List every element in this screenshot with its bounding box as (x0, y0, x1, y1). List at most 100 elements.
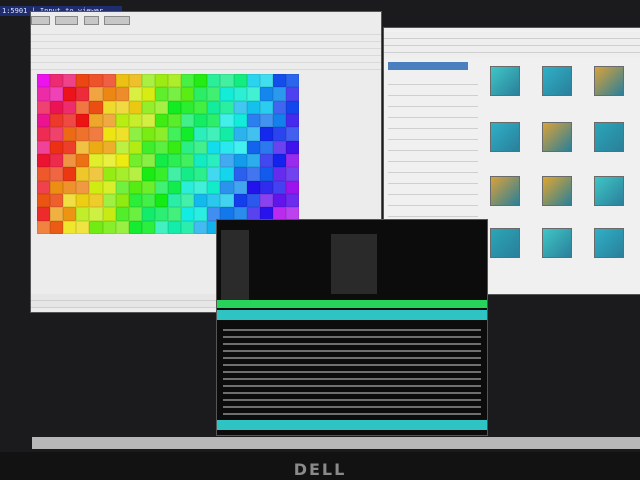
thumbnail[interactable] (490, 228, 520, 258)
mosaic-cell (246, 167, 260, 181)
mosaic-cell (141, 220, 155, 234)
mosaic-cell (154, 220, 168, 234)
selected-row[interactable] (388, 62, 468, 70)
terminal-window[interactable] (217, 220, 487, 435)
mosaic-cell (102, 113, 116, 128)
terminal-status-bar (217, 300, 487, 308)
mosaic-cell (181, 207, 195, 221)
mosaic-cell (76, 180, 90, 194)
mosaic-cell (76, 74, 90, 88)
mosaic-cell (168, 167, 182, 181)
terminal-header-bar (217, 310, 487, 320)
mosaic-cell (141, 207, 155, 221)
mosaic-cell (50, 153, 64, 168)
mosaic-cell (141, 167, 155, 181)
thumbnail[interactable] (490, 122, 520, 152)
mosaic-cell (37, 127, 51, 141)
mosaic-cell (259, 140, 273, 154)
thumbnail[interactable] (542, 66, 572, 96)
mosaic-cell (76, 153, 90, 168)
mosaic-cell (141, 140, 155, 154)
mosaic-cell (89, 220, 103, 234)
mosaic-cell (181, 127, 195, 141)
menu-button[interactable] (31, 16, 50, 25)
mosaic-cell (207, 87, 221, 101)
thumbnail[interactable] (594, 122, 624, 152)
mosaic-cell (102, 140, 116, 154)
monitor-bezel: DELL (0, 452, 640, 480)
thumbnail[interactable] (490, 66, 520, 96)
mosaic-cell (181, 100, 195, 114)
terminal-output (223, 324, 481, 416)
mosaic-cell (246, 193, 260, 208)
mosaic-cell (63, 74, 77, 88)
mosaic-cell (246, 153, 260, 168)
mosaic-cell (220, 113, 234, 128)
mosaic-cell (37, 207, 51, 221)
thumbnail[interactable] (542, 176, 572, 206)
mosaic-cell (50, 207, 64, 221)
browser-toolbar[interactable] (384, 32, 640, 58)
mosaic-cell (102, 207, 116, 221)
mosaic-cell (220, 167, 234, 181)
mosaic-cell (76, 140, 90, 154)
mosaic-cell (259, 127, 273, 141)
mosaic-cell (89, 127, 103, 141)
thumbnail[interactable] (594, 176, 624, 206)
mosaic-cell (102, 180, 116, 194)
mosaic-cell (154, 153, 168, 168)
mosaic-cell (181, 74, 195, 88)
mosaic-cell (63, 153, 77, 168)
mosaic-cell (220, 140, 234, 154)
thumbnail[interactable] (542, 122, 572, 152)
mosaic-cell (233, 140, 247, 154)
mosaic-cell (246, 100, 260, 114)
taskbar[interactable] (32, 437, 640, 449)
mosaic-cell (207, 100, 221, 114)
mosaic-cell (37, 153, 51, 168)
viewer-menubar[interactable] (31, 16, 381, 26)
mosaic-cell (128, 127, 142, 141)
mosaic-cell (246, 87, 260, 101)
menu-button[interactable] (55, 16, 78, 25)
thumbnail[interactable] (542, 228, 572, 258)
mosaic-cell (285, 100, 299, 114)
thumbnail[interactable] (594, 228, 624, 258)
mosaic-cell (89, 193, 103, 208)
mosaic-cell (115, 140, 129, 154)
mosaic-cell (285, 113, 299, 128)
mosaic-cell (102, 193, 116, 208)
mosaic-cell (141, 180, 155, 194)
mosaic-cell (233, 127, 247, 141)
mosaic-cell (102, 167, 116, 181)
thumbnail[interactable] (594, 66, 624, 96)
mosaic-cell (102, 220, 116, 234)
mosaic-cell (168, 153, 182, 168)
menu-button[interactable] (104, 16, 131, 25)
mosaic-cell (207, 74, 221, 88)
mosaic-cell (194, 74, 208, 88)
mosaic-cell (128, 180, 142, 194)
mosaic-cell (154, 167, 168, 181)
mosaic-cell (50, 180, 64, 194)
thumbnail[interactable] (490, 176, 520, 206)
mosaic-cell (168, 207, 182, 221)
mosaic-cell (63, 180, 77, 194)
mosaic-cell (154, 74, 168, 88)
mosaic-cell (194, 167, 208, 181)
mosaic-cell (76, 193, 90, 208)
mosaic-cell (285, 153, 299, 168)
menu-button[interactable] (83, 16, 99, 25)
mosaic-cell (154, 127, 168, 141)
mosaic-cell (272, 113, 286, 128)
mosaic-cell (154, 140, 168, 154)
mosaic-cell (128, 153, 142, 168)
mosaic-cell (168, 220, 182, 234)
mosaic-cell (207, 127, 221, 141)
mosaic-cell (285, 127, 299, 141)
mosaic-cell (194, 87, 208, 101)
mosaic-cell (63, 100, 77, 114)
mosaic-cell (37, 100, 51, 114)
mosaic-cell (272, 167, 286, 181)
mosaic-cell (207, 113, 221, 128)
